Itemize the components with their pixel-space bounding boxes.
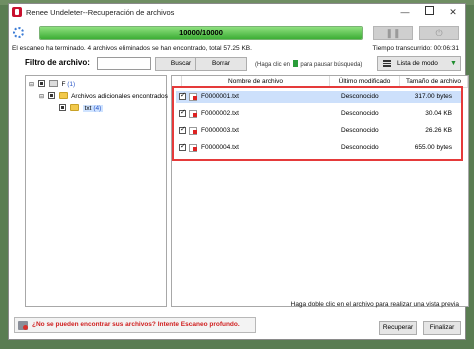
collapse-icon[interactable]: ⊟ (39, 92, 46, 103)
pause-hint-tail: para pausar búsqueda) (300, 62, 363, 68)
folder-tree: ⊟ F (1) ⊟ Archivos adicionales encontrad… (25, 75, 168, 307)
close-button[interactable]: ✕ (441, 4, 465, 20)
file-modified: Desconocido (341, 127, 379, 134)
tree-node-count: (4) (93, 105, 102, 112)
app-window: Renee Undeleter--Recuperación de archivo… (8, 3, 469, 340)
file-size: 317.00 bytes (414, 93, 452, 100)
file-checkbox[interactable] (179, 108, 186, 117)
tree-node-label: txt (4) (82, 105, 104, 112)
drive-icon (48, 80, 58, 87)
column-header-size[interactable]: Tamaño de archivo (400, 76, 468, 88)
clear-button[interactable]: Borrar (195, 57, 247, 71)
deep-scan-banner[interactable]: ¿No se pueden encontrar sus archivos? In… (14, 317, 256, 333)
file-checkbox[interactable] (179, 142, 186, 151)
progress-text: 10000/10000 (179, 28, 223, 37)
maximize-button[interactable] (417, 4, 441, 20)
pause-flag-icon (292, 60, 298, 67)
file-row[interactable]: F0000002.txt Desconocido 30.04 KB (176, 108, 462, 120)
stop-icon: ⏻ (435, 28, 443, 38)
file-checkbox[interactable] (179, 91, 186, 100)
deep-scan-icon (18, 321, 28, 330)
file-list: Nombre de archivo Último modificado Tama… (171, 75, 469, 307)
app-icon (12, 7, 22, 17)
text-file-icon (189, 144, 197, 152)
tree-node-label: Archivos adicionales encontrados (71, 93, 168, 100)
scan-spinner-icon (13, 27, 24, 38)
tree-node-label: F (61, 81, 66, 88)
recover-button[interactable]: Recuperar (379, 321, 417, 335)
file-size: 30.04 KB (425, 110, 452, 117)
folder-icon (58, 92, 68, 99)
text-file-icon (189, 93, 197, 101)
tree-checkbox[interactable] (47, 92, 55, 99)
filter-label: Filtro de archivo: (25, 58, 90, 67)
file-row[interactable]: F0000001.txt Desconocido 317.00 bytes (176, 91, 462, 103)
scan-toolbar: 10000/10000 ❚❚ ⏻ (9, 24, 465, 42)
tree-node-txt[interactable]: txt (4) (59, 103, 104, 114)
folder-icon (69, 104, 79, 111)
text-file-icon (189, 110, 197, 118)
file-size: 655.00 bytes (414, 144, 452, 151)
file-row[interactable]: F0000003.txt Desconocido 26.26 KB (176, 125, 462, 137)
tree-node-count: (1) (67, 81, 76, 88)
file-modified: Desconocido (341, 110, 379, 117)
column-header-modified[interactable]: Último modificado (330, 76, 400, 88)
file-modified: Desconocido (341, 93, 379, 100)
pause-hint-text: (Haga clic en (255, 62, 291, 68)
bottom-bar: ¿No se pueden encontrar sus archivos? In… (9, 314, 465, 338)
file-name: F0000002.txt (201, 110, 239, 117)
tree-node-drive[interactable]: ⊟ F (1) (29, 79, 75, 90)
file-name: F0000003.txt (201, 127, 239, 134)
scan-status-text: El escaneo ha terminado. 4 archivos elim… (12, 45, 252, 52)
tree-node-extra-files[interactable]: ⊟ Archivos adicionales encontrados (39, 91, 168, 102)
title-bar: Renee Undeleter--Recuperación de archivo… (9, 4, 465, 22)
tree-node-name: txt (84, 105, 92, 112)
list-icon (383, 60, 391, 67)
view-mode-label: Lista de modo (397, 60, 438, 67)
scan-progress-bar: 10000/10000 (39, 26, 363, 40)
filter-input[interactable] (97, 57, 151, 70)
pause-button[interactable]: ❚❚ (373, 26, 413, 40)
deep-scan-link[interactable]: ¿No se pueden encontrar sus archivos? In… (32, 321, 240, 328)
finish-button[interactable]: Finalizar (423, 321, 461, 335)
preview-hint: Haga doble clic en el archivo para reali… (290, 301, 459, 308)
column-header-check[interactable] (172, 76, 182, 88)
collapse-icon[interactable]: ⊟ (29, 80, 36, 91)
pause-hint: (Haga clic en para pausar búsqueda) (255, 60, 362, 68)
file-checkbox[interactable] (179, 125, 186, 134)
elapsed-time: Tiempo transcurrido: 00:06:31 (372, 45, 459, 52)
column-header-name[interactable]: Nombre de archivo (182, 76, 330, 88)
file-row[interactable]: F0000004.txt Desconocido 655.00 bytes (176, 142, 462, 154)
view-mode-button[interactable]: Lista de modo ▼ (377, 56, 461, 71)
file-modified: Desconocido (341, 144, 379, 151)
minimize-button[interactable]: — (393, 4, 417, 20)
file-size: 26.26 KB (425, 127, 452, 134)
chevron-down-icon[interactable]: ▼ (450, 57, 457, 70)
file-name: F0000001.txt (201, 93, 239, 100)
filter-toolbar: Filtro de archivo: Buscar Borrar (Haga c… (9, 56, 465, 72)
pause-icon: ❚❚ (385, 28, 401, 38)
tree-checkbox[interactable] (37, 80, 45, 87)
window-title: Renee Undeleter--Recuperación de archivo… (26, 8, 175, 17)
file-name: F0000004.txt (201, 144, 239, 151)
text-file-icon (189, 127, 197, 135)
stop-button[interactable]: ⏻ (419, 26, 459, 40)
tree-checkbox[interactable] (59, 104, 66, 111)
